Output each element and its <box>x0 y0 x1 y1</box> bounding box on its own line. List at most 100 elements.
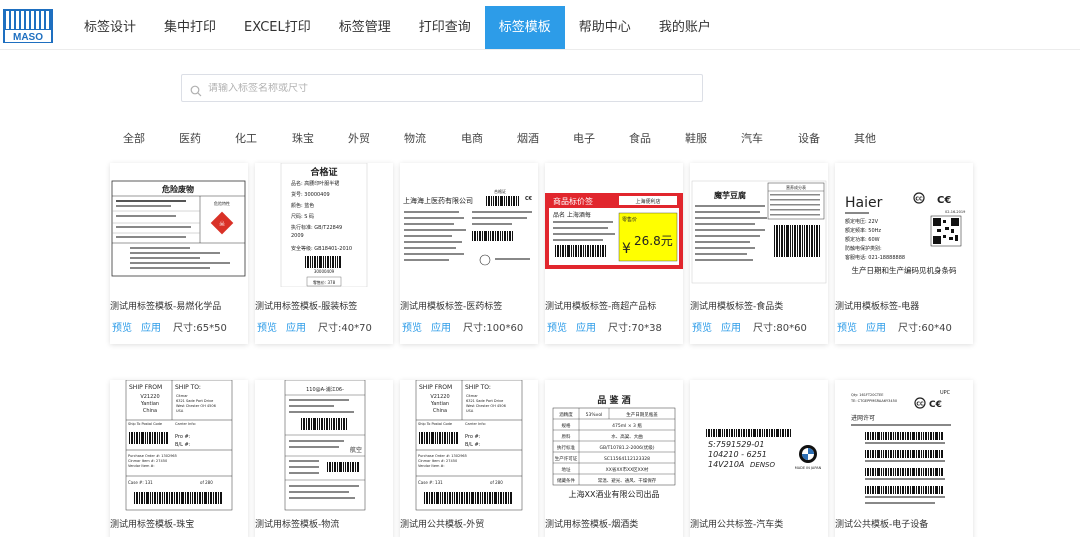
template-size: 尺寸:80*60 <box>753 323 807 334</box>
template-thumbnail[interactable]: SHIP FROM V21220 Yantian China SHIP TO: … <box>110 380 248 512</box>
template-thumbnail[interactable]: 合格证 品名: 高腰印叶服半裙 货号: 30000409 颜色: 蓝色 尺码: … <box>255 163 393 287</box>
liquor-cell: 原料 <box>562 433 571 440</box>
search-input[interactable] <box>208 82 678 94</box>
auto-code: S:7591529-01 <box>708 440 764 449</box>
ship-bl: B/L #: <box>465 442 481 448</box>
pharma-company: 上海海上医药有限公司 <box>403 196 473 205</box>
template-card[interactable]: SHIP FROM V21220 Yantian China SHIP TO: … <box>400 380 538 537</box>
elec-permit: 进网许可 <box>851 414 875 422</box>
liquor-footer: 上海XX酒业有限公司出品 <box>569 489 660 499</box>
template-card[interactable]: SHIP FROM V21220 Yantian China SHIP TO: … <box>110 380 248 537</box>
template-thumbnail[interactable]: SHIP FROM V21220 Yantian China SHIP TO: … <box>400 380 538 512</box>
category-ecommerce[interactable]: 电商 <box>461 130 483 146</box>
category-logistics[interactable]: 物流 <box>404 130 426 146</box>
apply-link[interactable]: 应用 <box>431 323 451 334</box>
category-jewelry[interactable]: 珠宝 <box>292 130 314 146</box>
template-card[interactable]: Qty: 161FT20CTEE TE: CTGEPPMSRAA6Y3450 U… <box>835 380 973 537</box>
garment-line: 2009 <box>291 233 304 239</box>
preview-link[interactable]: 预览 <box>692 323 712 334</box>
nav-my-account[interactable]: 我的账户 <box>645 6 725 49</box>
template-thumbnail[interactable]: Qty: 161FT20CTEE TE: CTGEPPMSRAA6Y3450 U… <box>835 380 973 512</box>
svg-text:CC: CC <box>916 402 924 408</box>
apply-link[interactable]: 应用 <box>721 323 741 334</box>
template-thumbnail[interactable]: Haier CC C€ 02-16-2019 额定电压: 22V 额定频率: 5… <box>835 163 973 287</box>
appliance-footer: 生产日期和生产编码见机身条码 <box>852 265 957 275</box>
template-card[interactable]: 上海海上医药有限公司 合格证 C€ 测试用模板标签-医药标签 预览 应用 尺寸:… <box>400 163 538 344</box>
nav-help-center[interactable]: 帮助中心 <box>565 6 645 49</box>
apply-link[interactable]: 应用 <box>141 323 161 334</box>
preview-link[interactable]: 预览 <box>547 323 567 334</box>
category-foreign-trade[interactable]: 外贸 <box>348 130 370 146</box>
ship-to-line: USA <box>466 409 474 413</box>
nav-label-manage[interactable]: 标签管理 <box>325 6 405 49</box>
size-prefix: 尺寸: <box>753 323 777 334</box>
category-equipment[interactable]: 设备 <box>798 130 820 146</box>
ship-to-line: 6321 Sade Port Drive <box>466 399 503 403</box>
template-card[interactable]: 危险废物 危险特性 ☠ 测试用标签模板-易燃化学品 预览 应用 尺寸:65*50 <box>110 163 248 344</box>
hazard-title: 危险废物 <box>161 184 194 194</box>
template-thumbnail[interactable]: S:7591529-01 104210 - 6251 14V210A DENSO… <box>690 380 828 512</box>
category-tobacco-liquor[interactable]: 烟酒 <box>517 130 539 146</box>
size-value: 80*60 <box>776 323 807 334</box>
template-thumbnail[interactable]: 上海海上医药有限公司 合格证 C€ <box>400 163 538 287</box>
liquor-cell: 生产日期见瓶盖 <box>626 411 658 418</box>
appliance-line: 额定电压: 22V <box>845 218 879 225</box>
nav-excel-print[interactable]: EXCEL打印 <box>230 6 325 49</box>
pharma-cert: 合格证 <box>494 188 506 194</box>
retail-price-label: 零售价 <box>622 216 637 223</box>
apply-link[interactable]: 应用 <box>286 323 306 334</box>
ship-to-line: 6321 Sade Port Drive <box>176 399 213 403</box>
template-card[interactable]: S:7591529-01 104210 - 6251 14V210A DENSO… <box>690 380 828 537</box>
category-electronics[interactable]: 电子 <box>573 130 595 146</box>
template-thumbnail[interactable]: 110@A-浦江06- 航空 <box>255 380 393 512</box>
template-card[interactable]: 110@A-浦江06- 航空 测试用标签模板-物流 <box>255 380 393 537</box>
nav-batch-print[interactable]: 集中打印 <box>150 6 230 49</box>
template-title: 测试公共模板-电子设备 <box>835 520 929 530</box>
category-apparel[interactable]: 鞋服 <box>685 130 707 146</box>
logo-text: MASO <box>13 32 43 43</box>
apply-link[interactable]: 应用 <box>576 323 596 334</box>
template-search-box[interactable] <box>181 74 703 102</box>
garment-line: 安全等级: GB18401-2010 <box>291 245 352 252</box>
template-size: 尺寸:70*38 <box>608 323 662 334</box>
category-other[interactable]: 其他 <box>854 130 876 146</box>
template-card[interactable]: Haier CC C€ 02-16-2019 额定电压: 22V 额定频率: 5… <box>835 163 973 344</box>
template-card[interactable]: 合格证 品名: 高腰印叶服半裙 货号: 30000409 颜色: 蓝色 尺码: … <box>255 163 393 344</box>
template-card[interactable]: 品 鉴 酒 酒精度 53%vol 生产日期见瓶盖 规格 475ml × 3 瓶 … <box>545 380 683 537</box>
category-food[interactable]: 食品 <box>629 130 651 146</box>
template-thumbnail[interactable]: 品 鉴 酒 酒精度 53%vol 生产日期见瓶盖 规格 475ml × 3 瓶 … <box>545 380 683 512</box>
ship-postal: Ship To Postal Code <box>418 422 452 426</box>
nav-label-templates[interactable]: 标签模板 <box>484 6 565 49</box>
barcode-icon <box>865 450 943 458</box>
template-actions: 预览 应用 尺寸:70*38 <box>547 319 683 334</box>
maso-logo[interactable]: MASO <box>3 9 53 43</box>
garment-title: 合格证 <box>310 166 337 178</box>
liquor-cell: 储藏条件 <box>557 477 575 484</box>
template-title: 测试用公共标签-汽车类 <box>690 520 784 530</box>
category-all[interactable]: 全部 <box>123 130 145 146</box>
template-card[interactable]: 商品标价签 上海便利店 品名 上海酒每 零售价 ¥ 26.8元 测试用模板标签-… <box>545 163 683 344</box>
template-card[interactable]: 魔芋豆腐 营养成分表 测试用模板标签-食品类 预览 应用 尺寸:80*60 <box>690 163 828 344</box>
template-thumbnail[interactable]: 危险废物 危险特性 ☠ <box>110 163 248 287</box>
appliance-line: 防触电保护类别: <box>845 245 882 252</box>
apply-link[interactable]: 应用 <box>866 323 886 334</box>
barcode-icon <box>865 468 943 476</box>
preview-link[interactable]: 预览 <box>257 323 277 334</box>
appliance-line: 额定功率: 60W <box>845 236 880 243</box>
category-medicine[interactable]: 医药 <box>179 130 201 146</box>
template-thumbnail[interactable]: 商品标价签 上海便利店 品名 上海酒每 零售价 ¥ 26.8元 <box>545 163 683 287</box>
garment-price: 零售价: 378 <box>313 279 336 285</box>
appliance-date: 02-16-2019 <box>945 210 965 214</box>
liquor-cell: 常温、避光、通风、干燥保存 <box>598 477 657 484</box>
nav-label-design[interactable]: 标签设计 <box>70 6 150 49</box>
template-title: 测试用标签模板-物流 <box>255 520 340 530</box>
category-auto[interactable]: 汽车 <box>741 130 763 146</box>
preview-link[interactable]: 预览 <box>402 323 422 334</box>
preview-link[interactable]: 预览 <box>112 323 132 334</box>
preview-link[interactable]: 预览 <box>837 323 857 334</box>
garment-line: 颜色: 蓝色 <box>291 202 314 209</box>
template-thumbnail[interactable]: 魔芋豆腐 营养成分表 <box>690 163 828 287</box>
ship-pro: Pro #: <box>465 434 481 440</box>
category-chemical[interactable]: 化工 <box>235 130 257 146</box>
nav-print-query[interactable]: 打印查询 <box>405 6 485 49</box>
